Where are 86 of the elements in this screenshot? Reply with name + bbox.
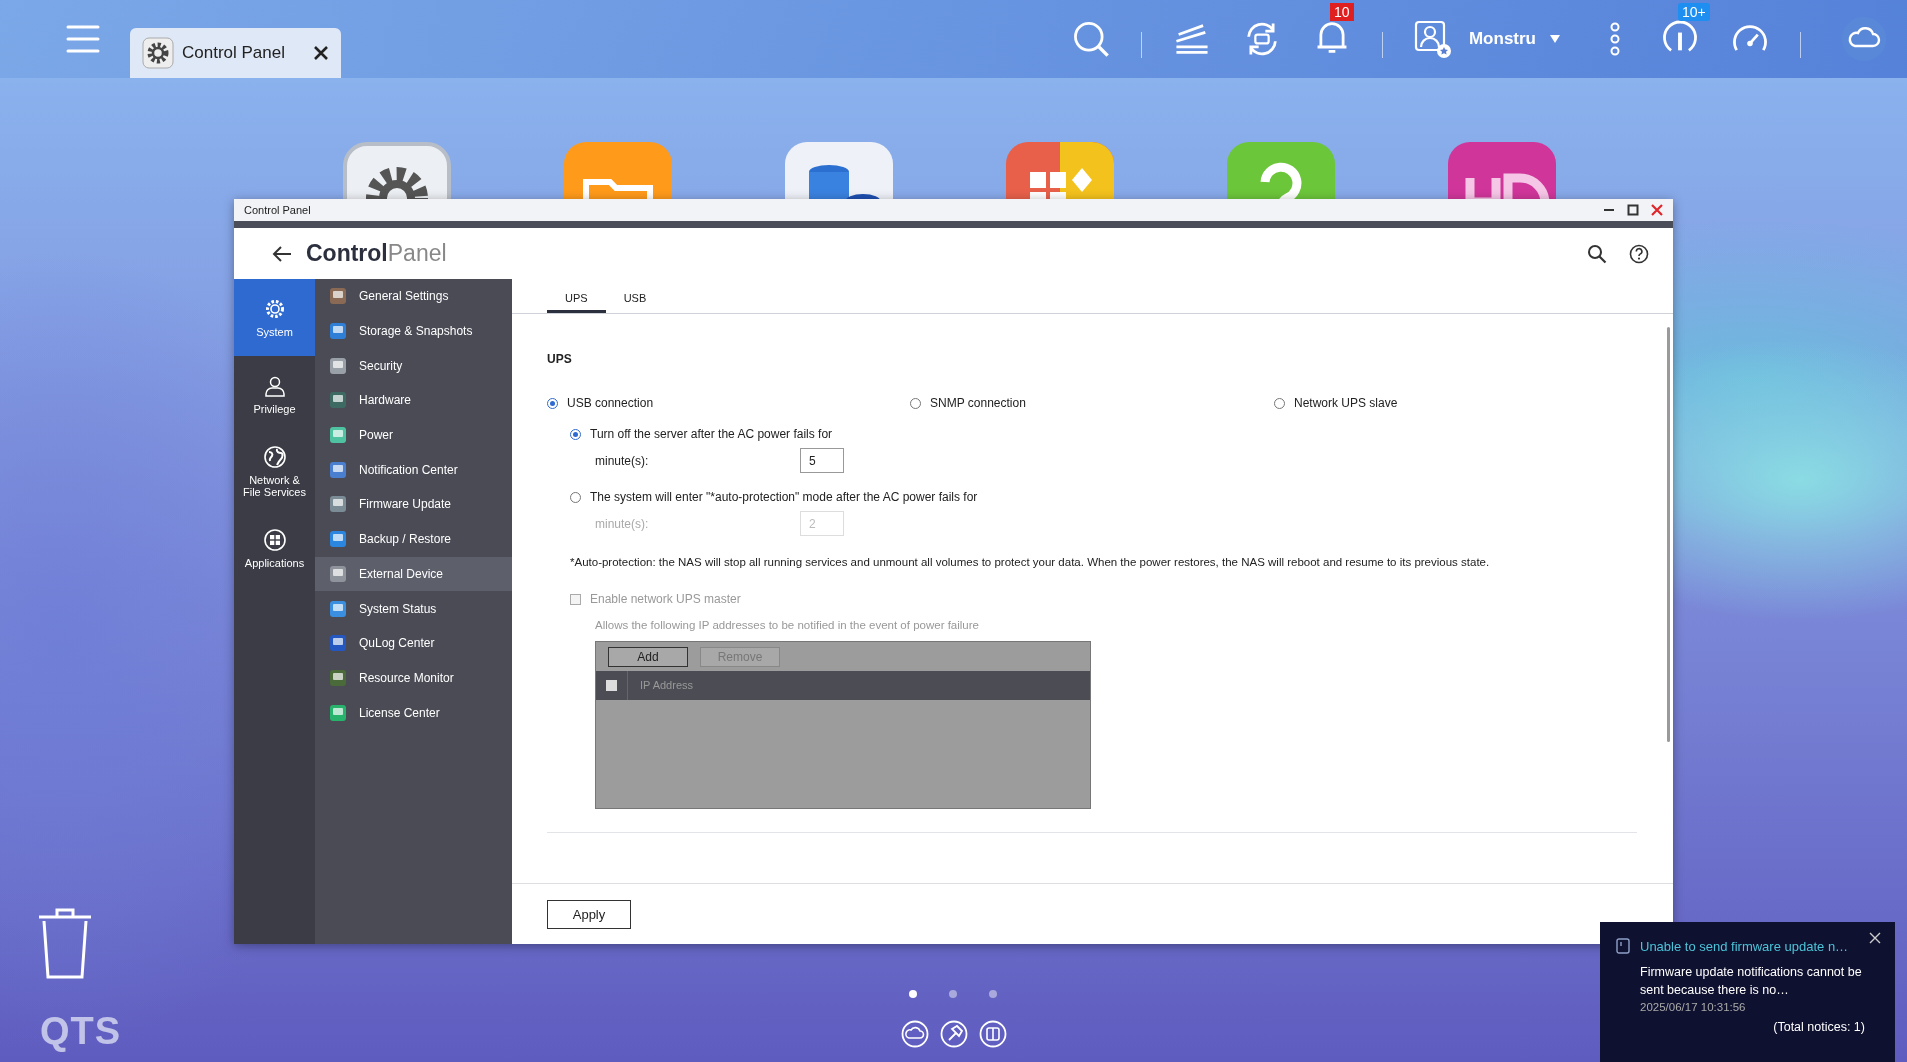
window-title: Control Panel <box>244 204 311 216</box>
app-icon <box>328 459 348 480</box>
notification-title[interactable]: Unable to send firmware update n… <box>1640 938 1849 954</box>
user-icon[interactable] <box>1412 19 1453 59</box>
desktop-label: QTS <box>40 1010 122 1053</box>
menu-item[interactable]: Storage & Snapshots <box>315 313 512 349</box>
app-icon <box>328 494 348 515</box>
app-center-icon[interactable] <box>1006 142 1114 199</box>
radio-option[interactable]: Turn off the server after the AC power fails for <box>570 427 1637 441</box>
section-title: UPS <box>547 352 573 366</box>
person-icon <box>262 374 287 398</box>
menu-item[interactable]: Resource Monitor <box>315 660 512 696</box>
settings-app-icon[interactable] <box>343 142 451 199</box>
page-dot[interactable] <box>909 990 917 998</box>
menu-item[interactable]: Security <box>315 348 512 384</box>
hammer-icon[interactable] <box>940 1020 968 1048</box>
menu-item[interactable]: Hardware <box>315 383 512 418</box>
notification-badge: 10 <box>1329 3 1354 21</box>
radio-option[interactable]: SNMP connection <box>910 396 1274 410</box>
app-icon <box>328 667 348 688</box>
app-icon <box>328 598 348 619</box>
menu-item[interactable]: External Device <box>315 556 512 592</box>
maximize-icon[interactable] <box>1627 204 1639 216</box>
app-icon <box>328 321 348 342</box>
notice-count: (Total notices: 1) <box>1772 1020 1865 1034</box>
note-text: *Auto-protection: the NAS will stop all running services and unmount all volumes to protect your data. When the power restores, the NAS will reboot and resume to its previous state. <box>570 556 1491 568</box>
app-tab[interactable]: Control Panel <box>130 28 341 78</box>
app-icon <box>328 563 348 584</box>
back-arrow-icon[interactable] <box>272 244 292 263</box>
app-icon <box>328 633 348 654</box>
apply-button[interactable]: Apply <box>547 899 631 929</box>
menu-item[interactable]: Power <box>315 417 512 453</box>
help-icon[interactable] <box>1629 243 1649 264</box>
app-icon <box>328 355 348 376</box>
menu-icon[interactable] <box>66 24 100 54</box>
column-header: IP Address <box>627 671 693 700</box>
field-label: minute(s): <box>595 453 650 468</box>
field-label: minute(s): <box>595 516 650 531</box>
info-badge: 10+ <box>1678 3 1710 21</box>
folder-app-icon[interactable] <box>564 142 672 199</box>
database-app-icon[interactable] <box>785 142 893 199</box>
page-dot[interactable] <box>949 990 957 998</box>
category-tab[interactable]: Network & File Services <box>234 433 315 510</box>
radio-option[interactable]: Network UPS slave <box>1274 396 1574 410</box>
globe-icon <box>262 445 287 469</box>
app-icon <box>328 702 348 723</box>
grid-icon <box>262 528 287 552</box>
help-app-icon[interactable] <box>1227 142 1335 199</box>
minutes-field[interactable]: 5 <box>800 448 844 473</box>
scrollbar[interactable] <box>1667 327 1670 742</box>
category-tab[interactable]: Privilege <box>234 356 315 433</box>
tab[interactable]: UPS <box>547 292 606 313</box>
gear-icon <box>142 37 174 69</box>
close-icon[interactable] <box>313 45 329 61</box>
tab[interactable]: USB <box>605 292 665 313</box>
radio-button[interactable] <box>570 428 581 440</box>
notification-time: 2025/06/17 10:31:56 <box>1640 1001 1747 1013</box>
menu-item[interactable]: License Center <box>315 695 512 730</box>
cloud-icon[interactable] <box>901 1020 929 1048</box>
menu-item[interactable]: General Settings <box>315 279 512 314</box>
radio-button[interactable] <box>910 397 921 409</box>
menu-item[interactable]: Backup / Restore <box>315 521 512 557</box>
radio-button[interactable] <box>1274 397 1285 409</box>
caret-icon[interactable] <box>1550 35 1560 43</box>
book-icon[interactable] <box>979 1020 1007 1048</box>
search-icon[interactable] <box>1587 243 1607 264</box>
menu-item[interactable]: Firmware Update <box>315 487 512 522</box>
device-icon <box>1616 938 1630 954</box>
app-icon <box>328 425 348 446</box>
tab-title: Control Panel <box>182 43 285 63</box>
app-icon <box>328 529 348 550</box>
app-icon <box>328 286 348 307</box>
menu-item[interactable]: Notification Center <box>315 452 512 488</box>
hint-text: Allows the following IP addresses to be notified in the event of power failure <box>595 619 980 631</box>
notification-message: Firmware update notifications cannot be sent because there is no… <box>1640 964 1863 999</box>
more-icon[interactable] <box>1610 22 1620 56</box>
radio-option[interactable]: USB connection <box>547 396 910 410</box>
menu-item[interactable]: System Status <box>315 591 512 626</box>
app-icon <box>328 390 348 411</box>
app-heading: ControlPanel <box>306 240 447 267</box>
category-tab[interactable]: Applications <box>234 510 315 587</box>
page-dot[interactable] <box>989 990 997 998</box>
media-app-icon[interactable] <box>1448 142 1556 199</box>
category-tab[interactable]: System <box>234 279 315 356</box>
radio-button[interactable] <box>547 397 558 409</box>
menu-item[interactable]: QuLog Center <box>315 625 512 661</box>
